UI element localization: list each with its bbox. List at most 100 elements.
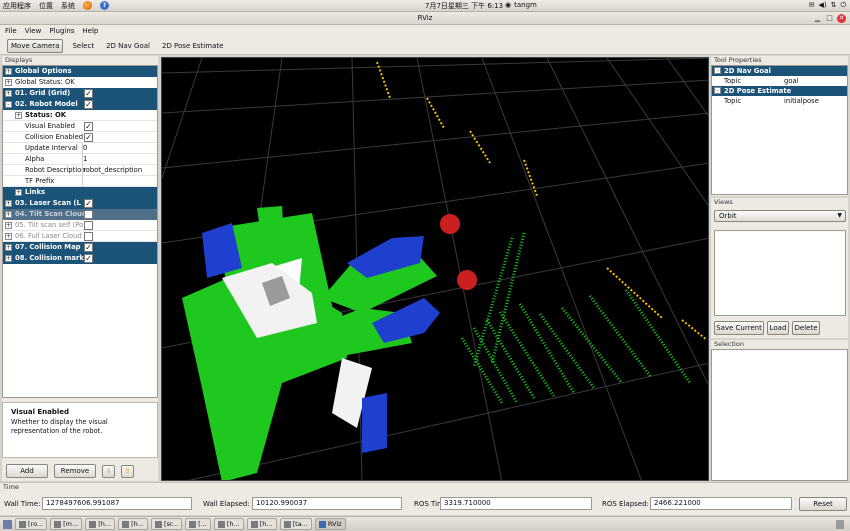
ros-elapsed-field[interactable]: 2466.221000 xyxy=(650,497,792,510)
save-current-button[interactable]: Save Current xyxy=(714,321,764,335)
display-row[interactable]: +06. Full Laser Cloud xyxy=(3,231,157,242)
display-enabled-checkbox[interactable]: ✓ xyxy=(84,199,93,208)
ros-time-field[interactable]: 3319.710000 xyxy=(440,497,592,510)
move-up-icon[interactable]: ⇧ xyxy=(121,464,134,478)
display-row[interactable]: Collision Enabled ✓ xyxy=(3,132,157,143)
expand-icon[interactable]: + xyxy=(5,79,12,86)
menu-view[interactable]: View xyxy=(25,27,42,35)
taskbar-item[interactable]: [h... xyxy=(213,518,244,530)
delete-view-button[interactable]: Delete xyxy=(792,321,820,335)
menu-plugins[interactable]: Plugins xyxy=(49,27,74,35)
display-row[interactable]: +03. Laser Scan (L ✓ xyxy=(3,198,157,209)
clock[interactable]: 7月7日星期三 下午 6:13 xyxy=(425,1,503,11)
places-menu[interactable]: 位置 xyxy=(39,1,53,11)
display-row[interactable]: + Global Status: OK xyxy=(3,77,157,88)
reset-button[interactable]: Reset xyxy=(799,497,847,511)
display-row[interactable]: +05. Tilt scan self (Po xyxy=(3,220,157,231)
selection-list[interactable] xyxy=(711,349,848,481)
close-icon[interactable]: ✕ xyxy=(837,14,846,23)
display-enabled-checkbox[interactable]: ✓ xyxy=(84,100,93,109)
remove-display-button[interactable]: Remove xyxy=(54,464,96,478)
displays-tree[interactable]: + Global Options + Global Status: OK +01. Gr… xyxy=(2,65,158,398)
expand-icon[interactable]: + xyxy=(5,233,12,240)
taskbar-item[interactable]: [ro... xyxy=(15,518,48,530)
taskbar-item[interactable]: [m... xyxy=(50,518,83,530)
view-type-select[interactable]: Orbit ▼ xyxy=(714,210,846,222)
display-enabled-checkbox[interactable]: ✓ xyxy=(84,243,93,252)
display-enabled-checkbox[interactable] xyxy=(84,221,93,230)
taskbar-item[interactable]: [h... xyxy=(85,518,116,530)
wall-elapsed-field[interactable]: 10120.990037 xyxy=(252,497,402,510)
mail-icon[interactable]: ✉ xyxy=(809,1,815,10)
expand-icon[interactable]: + xyxy=(5,90,12,97)
network-icon[interactable]: ⇅ xyxy=(831,1,837,10)
display-row-value[interactable]: robot_description xyxy=(83,165,142,176)
window-titlebar[interactable]: RViz ▁ □ ✕ xyxy=(0,12,850,25)
menu-file[interactable]: File xyxy=(5,27,17,35)
taskbar-item[interactable]: [sr... xyxy=(150,518,183,530)
system-menu[interactable]: 系统 xyxy=(61,1,75,11)
display-row[interactable]: Alpha 1 xyxy=(3,154,157,165)
tool-group-pose-estimate[interactable]: -2D Pose Estimate xyxy=(712,86,847,96)
menu-help[interactable]: Help xyxy=(82,27,98,35)
minimize-icon[interactable]: ▁ xyxy=(813,14,822,23)
pose-estimate-button[interactable]: 2D Pose Estimate xyxy=(159,40,226,52)
load-view-button[interactable]: Load xyxy=(767,321,789,335)
display-row[interactable]: +08. Collision mark ✓ xyxy=(3,253,157,264)
select-button[interactable]: Select xyxy=(69,40,97,52)
expand-icon[interactable]: + xyxy=(15,189,22,196)
collapse-icon[interactable]: - xyxy=(5,101,12,108)
power-icon[interactable]: ⏻ xyxy=(840,1,846,10)
add-display-button[interactable]: Add xyxy=(6,464,48,478)
display-enabled-checkbox[interactable] xyxy=(84,210,93,219)
render-3d-view[interactable] xyxy=(161,57,709,481)
display-row[interactable]: +04. Tilt Scan Cloud ( xyxy=(3,209,157,220)
volume-icon[interactable]: ◀) xyxy=(818,1,826,10)
expand-icon[interactable]: + xyxy=(15,112,22,119)
display-row[interactable]: +01. Grid (Grid) ✓ xyxy=(3,88,157,99)
display-row[interactable]: +07. Collision Map ✓ xyxy=(3,242,157,253)
expand-icon[interactable]: + xyxy=(5,255,12,262)
display-row[interactable]: Visual Enabled ✓ xyxy=(3,121,157,132)
display-row[interactable]: + Links xyxy=(3,187,157,198)
move-down-icon[interactable]: ⇩ xyxy=(102,464,115,478)
display-row[interactable]: + Global Options xyxy=(3,66,157,77)
display-row[interactable]: TF Prefix xyxy=(3,176,157,187)
display-enabled-checkbox[interactable]: ✓ xyxy=(84,254,93,263)
display-row-value[interactable]: 0 xyxy=(83,143,87,154)
expand-icon[interactable]: + xyxy=(5,211,12,218)
display-row[interactable]: Robot Description robot_description xyxy=(3,165,157,176)
display-enabled-checkbox[interactable]: ✓ xyxy=(84,122,93,131)
applications-menu[interactable]: 应用程序 xyxy=(3,1,31,11)
display-enabled-checkbox[interactable] xyxy=(84,232,93,241)
tool-prop-row[interactable]: Topic goal xyxy=(712,76,847,86)
display-row[interactable]: Update Interval 0 xyxy=(3,143,157,154)
tool-prop-row[interactable]: Topic initialpose xyxy=(712,96,847,106)
user-switcher[interactable]: ◉ tangm xyxy=(505,1,537,9)
help-icon[interactable]: ? xyxy=(100,1,109,10)
expand-icon[interactable]: + xyxy=(5,68,12,75)
move-camera-button[interactable]: Move Camera xyxy=(7,38,64,53)
maximize-icon[interactable]: □ xyxy=(825,14,834,23)
trash-icon[interactable] xyxy=(836,520,844,529)
display-row-value[interactable]: 1 xyxy=(83,154,87,165)
display-row[interactable]: + Status: OK xyxy=(3,110,157,121)
display-enabled-checkbox[interactable]: ✓ xyxy=(84,89,93,98)
expand-icon[interactable]: + xyxy=(5,222,12,229)
taskbar-item[interactable]: [h... xyxy=(118,518,148,530)
display-enabled-checkbox[interactable]: ✓ xyxy=(84,133,93,142)
show-desktop-icon[interactable] xyxy=(3,519,12,529)
firefox-icon[interactable] xyxy=(83,1,92,10)
tool-properties-tree[interactable]: -2D Nav Goal Topic goal -2D Pose Estimate… xyxy=(711,65,848,195)
taskbar-item[interactable]: [h... xyxy=(246,518,277,530)
expand-icon[interactable]: + xyxy=(5,200,12,207)
nav-goal-button[interactable]: 2D Nav Goal xyxy=(103,40,153,52)
wall-time-field[interactable]: 1278497606.991087 xyxy=(42,497,192,510)
tool-group-nav-goal[interactable]: -2D Nav Goal xyxy=(712,66,847,76)
display-row[interactable]: -02. Robot Model ✓ xyxy=(3,99,157,110)
expand-icon[interactable]: + xyxy=(5,244,12,251)
taskbar-item[interactable]: [ta... xyxy=(279,518,312,530)
taskbar-item[interactable]: [... xyxy=(185,518,211,530)
saved-views-list[interactable] xyxy=(714,230,846,316)
taskbar-item-rviz[interactable]: RViz xyxy=(314,518,346,530)
